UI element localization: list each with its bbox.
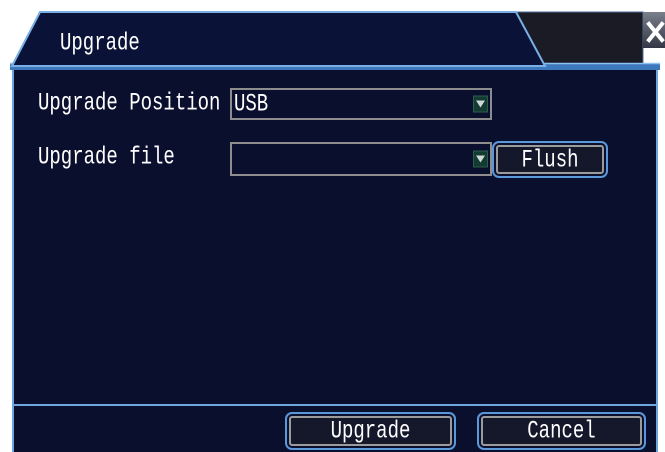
upgrade-file-label: Upgrade file: [38, 142, 175, 172]
cancel-button-label: Cancel: [527, 416, 596, 446]
upgrade-position-select[interactable]: USB: [230, 88, 492, 120]
close-button[interactable]: [643, 12, 665, 48]
upgrade-file-dropdown-button[interactable]: [473, 150, 488, 168]
upgrade-button-label: Upgrade: [330, 416, 411, 446]
upgrade-file-select[interactable]: [230, 142, 492, 176]
flush-button-label: Flush: [521, 145, 579, 174]
flush-button[interactable]: Flush: [492, 141, 608, 178]
window-title-text: Upgrade: [60, 28, 140, 58]
footer-divider: [14, 404, 656, 406]
window-title: Upgrade: [60, 28, 140, 58]
upgrade-position-dropdown-button[interactable]: [473, 95, 488, 113]
upgrade-position-label: Upgrade Position: [38, 88, 221, 118]
cancel-button[interactable]: Cancel: [477, 412, 646, 450]
cancel-button-face: Cancel: [481, 416, 642, 446]
upgrade-position-value: USB: [234, 89, 269, 119]
dialog-panel: [12, 70, 658, 452]
chevron-down-icon: [476, 100, 485, 108]
upgrade-button-face: Upgrade: [289, 416, 452, 446]
flush-button-face: Flush: [496, 145, 604, 174]
upgrade-button[interactable]: Upgrade: [285, 412, 456, 450]
close-icon: [646, 21, 665, 43]
chevron-down-icon: [476, 155, 485, 163]
